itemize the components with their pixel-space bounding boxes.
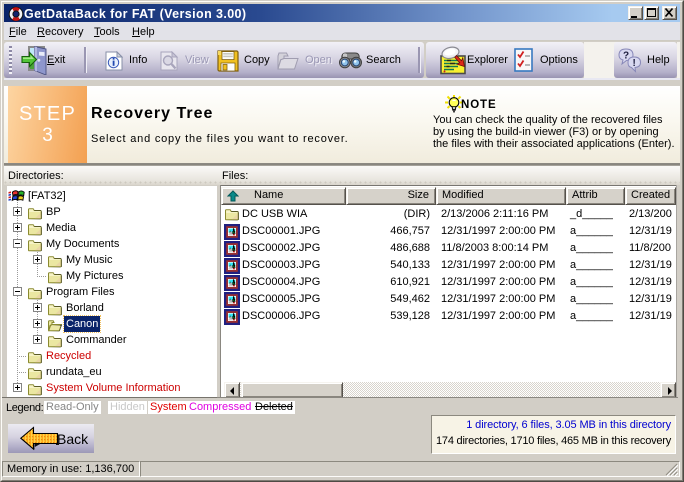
svg-text:!: ! <box>633 58 636 69</box>
